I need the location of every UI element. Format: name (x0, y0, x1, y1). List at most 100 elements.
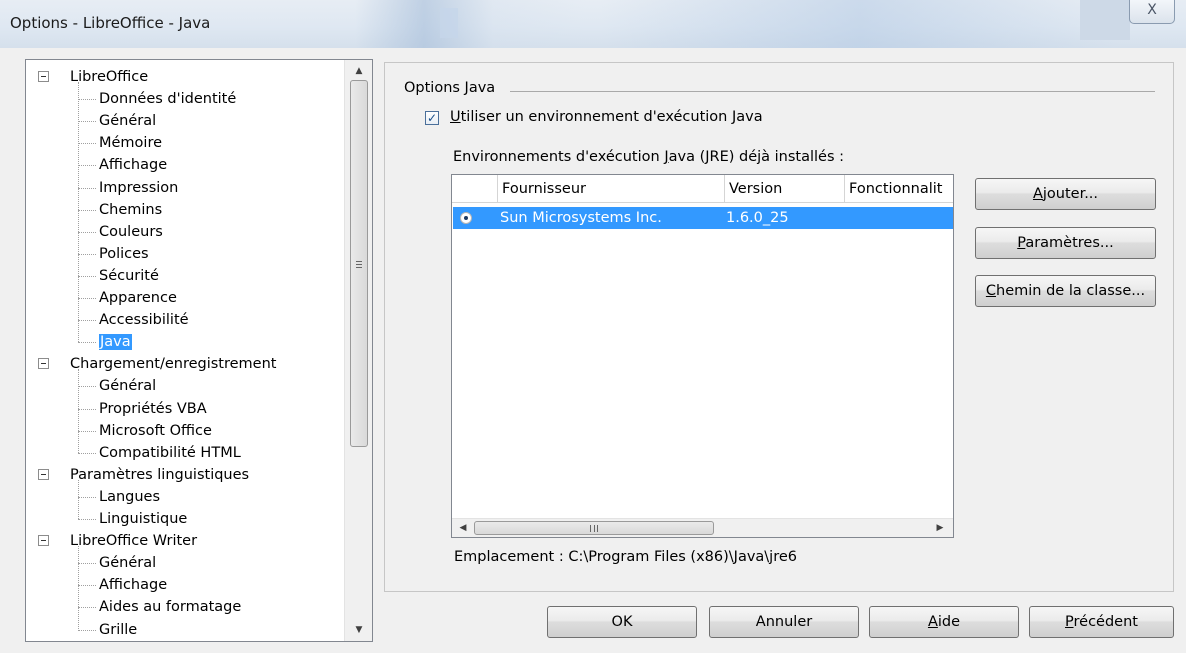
tree-item[interactable]: Accessibilité (99, 309, 189, 331)
tree-category[interactable]: LibreOffice Writer (70, 530, 197, 552)
version-cell: 1.6.0_25 (726, 210, 789, 226)
tree-vertical-scrollbar[interactable]: ▲ ▼ (344, 60, 372, 641)
tree-item-label: Langues (99, 488, 161, 505)
scroll-up-arrow-icon[interactable]: ▲ (345, 62, 373, 80)
tree-connector (78, 187, 96, 189)
use-jre-checkbox[interactable]: ✓ (425, 111, 439, 125)
use-jre-label[interactable]: Utiliser un environnement d'exécution Ja… (450, 109, 763, 125)
tree-item-label: Affichage (99, 157, 168, 174)
tree-connector (78, 82, 79, 343)
tree-item-label: LibreOffice Writer (70, 533, 198, 550)
tree-item-label: Apparence (99, 290, 177, 306)
classpath-button[interactable]: Chemin de la classe... (975, 275, 1156, 307)
table-horizontal-scrollbar[interactable]: ◀ ▶ (452, 518, 953, 537)
tree-item-label: Linguistique (99, 511, 188, 527)
collapse-icon[interactable] (38, 468, 49, 480)
tree-connector (78, 496, 96, 498)
tree-item[interactable]: Langues (99, 486, 160, 508)
tree-item-label: Affichage (99, 577, 168, 594)
ok-button[interactable]: OK (547, 606, 697, 638)
mnemonic: P (1065, 614, 1074, 630)
tree-item-label: Chargement/enregistrement (70, 356, 277, 373)
collapse-icon[interactable] (38, 71, 49, 82)
tree-item[interactable]: Général (99, 375, 156, 397)
jre-location: Emplacement : C:\Program Files (x86)\Jav… (454, 549, 797, 565)
tree-connector (78, 275, 96, 277)
tree-item[interactable]: Compatibilité HTML (99, 442, 241, 464)
scroll-right-arrow-icon[interactable]: ▶ (931, 519, 949, 537)
title-bar[interactable]: Options - LibreOffice - Java X (0, 0, 1186, 48)
tree-connector (78, 607, 96, 609)
add-button[interactable]: Ajouter... (975, 178, 1156, 210)
tree-item-label: Général (99, 378, 157, 395)
tree-connector (78, 165, 96, 167)
scrollbar-thumb[interactable] (350, 80, 368, 447)
table-row[interactable]: Sun Microsystems Inc. 1.6.0_25 (453, 207, 953, 229)
tree-item[interactable]: Chemins (99, 199, 162, 221)
column-header-version[interactable]: Version (725, 175, 845, 203)
help-button[interactable]: Aide (869, 606, 1019, 638)
tree-item[interactable]: Affichage (99, 574, 167, 596)
column-header-features[interactable]: Fonctionnalit (845, 175, 953, 203)
tree-category[interactable]: LibreOffice (70, 66, 148, 88)
title-bar-decoration (1080, 0, 1130, 40)
tree-item-label: Grille (99, 621, 138, 638)
label-text: tiliser un environnement d'exécution Jav… (460, 109, 763, 125)
tree-connector (78, 430, 96, 432)
tree-item[interactable]: Affichage (99, 154, 167, 176)
button-label: récédent (1073, 614, 1138, 630)
mnemonic: U (450, 109, 461, 125)
tree-connector (78, 253, 96, 255)
tree-item[interactable]: Aides au formatage (99, 596, 241, 618)
tree-item[interactable]: Général (99, 552, 156, 574)
back-button[interactable]: Précédent (1029, 606, 1174, 638)
mnemonic: A (927, 614, 938, 630)
cancel-button[interactable]: Annuler (709, 606, 859, 638)
tree-item[interactable]: Couleurs (99, 221, 163, 243)
installed-jre-label: Environnements d'exécution Java (JRE) dé… (453, 149, 844, 165)
options-tree[interactable]: LibreOffice Données d'identité Général Mémo… (25, 59, 373, 642)
jre-table[interactable]: Fournisseur Version Fonctionnalit Sun Mi… (451, 174, 954, 538)
button-label: jouter... (1042, 186, 1099, 202)
tree-connector (78, 629, 96, 631)
tree-item[interactable]: Général (99, 110, 156, 132)
tree-item-label: Aides au formatage (99, 599, 242, 616)
tree-item[interactable]: Java (99, 331, 132, 353)
radio-selected-icon[interactable] (460, 212, 472, 224)
mnemonic: C (985, 283, 997, 299)
label-text: Environnements d'exécution (453, 149, 665, 165)
tree-item[interactable]: Impression (99, 177, 178, 199)
vendor-cell: Sun Microsystems Inc. (500, 210, 662, 226)
scroll-left-arrow-icon[interactable]: ◀ (454, 519, 472, 537)
tree-item[interactable]: Polices (99, 243, 149, 265)
tree-item[interactable]: Grille (99, 619, 137, 641)
button-label: hemin de la classe... (996, 283, 1146, 299)
group-divider (510, 91, 1155, 92)
tree-item-label: Polices (99, 245, 149, 262)
collapse-icon[interactable] (38, 358, 49, 370)
tree-connector (78, 519, 96, 520)
scroll-down-arrow-icon[interactable]: ▼ (345, 621, 373, 639)
column-header-select[interactable] (452, 175, 498, 203)
collapse-icon[interactable] (38, 535, 49, 547)
tree-item[interactable]: Données d'identité (99, 88, 236, 110)
tree-item[interactable]: Apparence (99, 287, 177, 309)
tree-item[interactable]: Propriétés VBA (99, 398, 207, 420)
tree-connector (78, 369, 79, 453)
close-icon: X (1147, 2, 1157, 18)
tree-item[interactable]: Mémoire (99, 132, 162, 154)
parameters-button[interactable]: Paramètres... (975, 227, 1156, 259)
scrollbar-thumb[interactable] (474, 521, 714, 535)
button-label: aramètres... (1025, 235, 1114, 251)
column-header-vendor[interactable]: Fournisseur (498, 175, 725, 203)
tree-item-label: Général (99, 555, 157, 572)
tree-connector (78, 479, 79, 519)
tree-item-label: Général (99, 113, 157, 130)
tree-item[interactable]: Linguistique (99, 508, 187, 530)
tree-item[interactable]: Microsoft Office (99, 420, 212, 442)
tree-category[interactable]: Chargement/enregistrement (70, 353, 276, 375)
tree-category[interactable]: Paramètres linguistiques (70, 464, 249, 486)
group-title: Options Java (404, 80, 496, 96)
tree-item[interactable]: Sécurité (99, 265, 159, 287)
close-button[interactable]: X (1129, 0, 1175, 24)
